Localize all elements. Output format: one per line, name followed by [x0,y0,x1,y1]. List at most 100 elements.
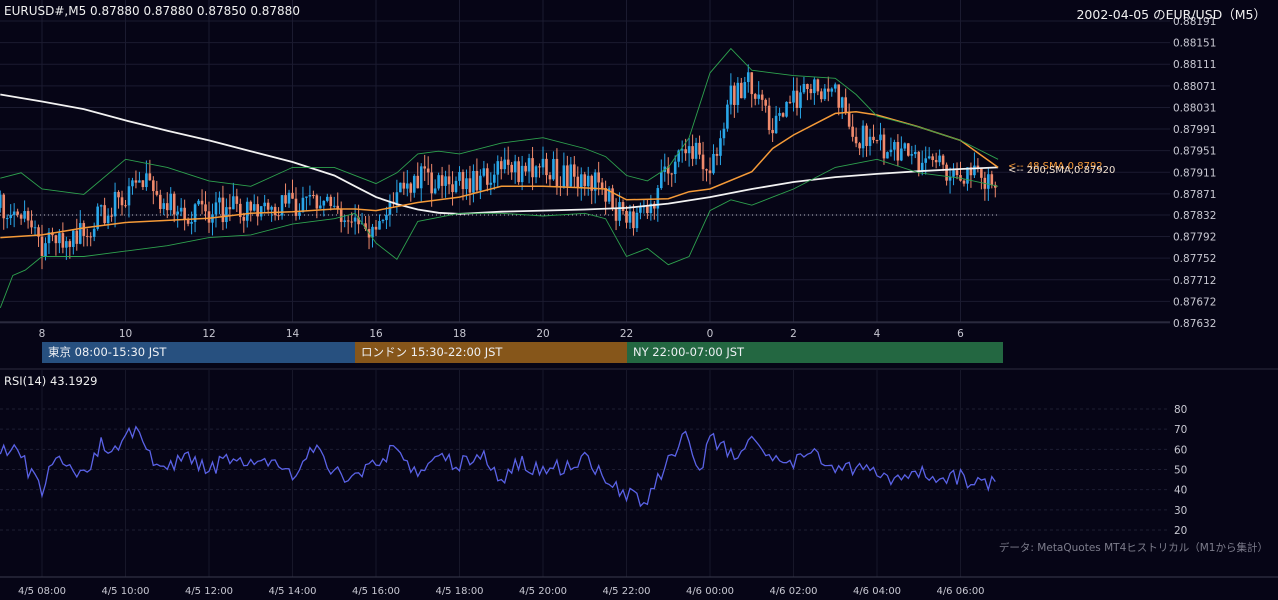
candle-body [419,166,423,189]
time-tick-label: 4/5 18:00 [435,586,483,597]
candle-body [809,89,813,94]
candle-body [294,198,298,216]
candle-body [962,180,966,184]
candle-body [628,211,632,223]
candle-body [729,85,733,105]
candle-body [110,215,113,217]
candle-body [176,211,179,215]
candle-body [475,170,479,191]
rsi-tick-label: 70 [1174,424,1187,436]
candle-body [552,158,555,180]
price-x-tick-label: 10 [119,328,132,340]
price-tick-label: 0.87792 [1173,232,1216,244]
candle-body [26,211,30,221]
candle-body [218,197,221,203]
candle-body [861,125,865,149]
candle-body [2,194,6,219]
rsi-tick-label: 50 [1174,465,1187,477]
candle-body [875,140,879,142]
candle-body [225,207,228,223]
candle-body [545,158,548,176]
candle-body [458,172,461,181]
price-x-tick-label: 6 [957,328,964,340]
session-newyork: NY 22:00-07:00 JST [627,342,1003,363]
candle-body [719,138,722,156]
price-tick-label: 0.88111 [1173,59,1216,71]
candle-body [541,158,545,168]
candle-body [301,197,305,213]
candle-body [847,112,851,127]
candle-body [746,72,750,83]
candle-body [503,159,507,170]
candle-body [406,183,409,189]
price-x-tick-label: 18 [453,328,466,340]
candle-body [705,169,708,171]
candle-body [924,158,928,163]
candle-body [134,180,138,183]
candle-body [482,168,486,176]
candle-body [409,183,413,193]
candle-body [886,152,889,159]
candle-body [339,208,343,222]
candle-body [708,170,712,174]
candle-body [437,175,440,189]
price-x-tick-label: 20 [536,328,549,340]
candle-body [353,217,357,222]
candle-body [23,211,26,219]
candle-body [760,94,764,100]
candle-body [955,170,959,176]
candle-body [277,215,280,217]
candle-body [298,212,301,216]
candle-body [736,82,740,105]
candle-body [152,180,155,192]
rsi-tick-label: 20 [1174,525,1187,537]
candle-body [966,167,969,184]
candle-body [158,194,162,209]
price-x-tick-label: 0 [707,328,714,340]
time-tick-label: 4/5 16:00 [352,586,400,597]
price-tick-label: 0.87672 [1173,296,1216,308]
candle-body [576,176,580,188]
chart-title: 2002-04-05 のEUR/USD（M5） [1076,7,1266,22]
candle-body [65,241,68,248]
time-tick-label: 4/6 00:00 [686,586,734,597]
sma200-label: <-- 200,SMA,0.87920 [1008,165,1115,176]
time-tick-label: 4/5 12:00 [185,586,233,597]
candle-body [44,243,47,257]
candle-body [141,180,145,188]
candle-body [579,174,583,188]
candle-body [85,235,89,237]
candle-body [190,221,193,224]
candle-body [566,165,569,187]
time-tick-label: 4/6 04:00 [853,586,901,597]
ma-labels: <-- 48,SMA,0.8792<-- 200,SMA,0.87920 [1008,161,1115,176]
candle-body [287,192,291,204]
candle-body [858,143,861,149]
candle-body [896,142,900,161]
candle-body [138,180,141,183]
candle-body [802,84,806,93]
price-tick-label: 0.87871 [1173,189,1216,201]
candle-body [270,206,273,210]
candle-body [252,204,256,211]
candle-body [562,165,566,188]
candle-body [350,221,353,223]
candle-body [381,220,385,222]
time-tick-label: 4/5 10:00 [101,586,149,597]
candle-body [207,211,211,223]
price-x-tick-label: 12 [202,328,215,340]
session-tokyo: 東京 08:00-15:30 JST [42,342,355,363]
candle-body [305,196,308,198]
candle-body [322,200,326,206]
candle-body [740,82,743,99]
candle-body [78,223,82,244]
candle-body [68,241,72,247]
candle-body [284,195,287,204]
candle-body [659,171,663,189]
candle-body [600,182,604,189]
price-tick-label: 0.87632 [1173,318,1216,330]
candle-body [806,84,809,90]
candle-body [694,142,698,159]
candle-body [743,82,747,99]
candle-body [990,174,994,185]
